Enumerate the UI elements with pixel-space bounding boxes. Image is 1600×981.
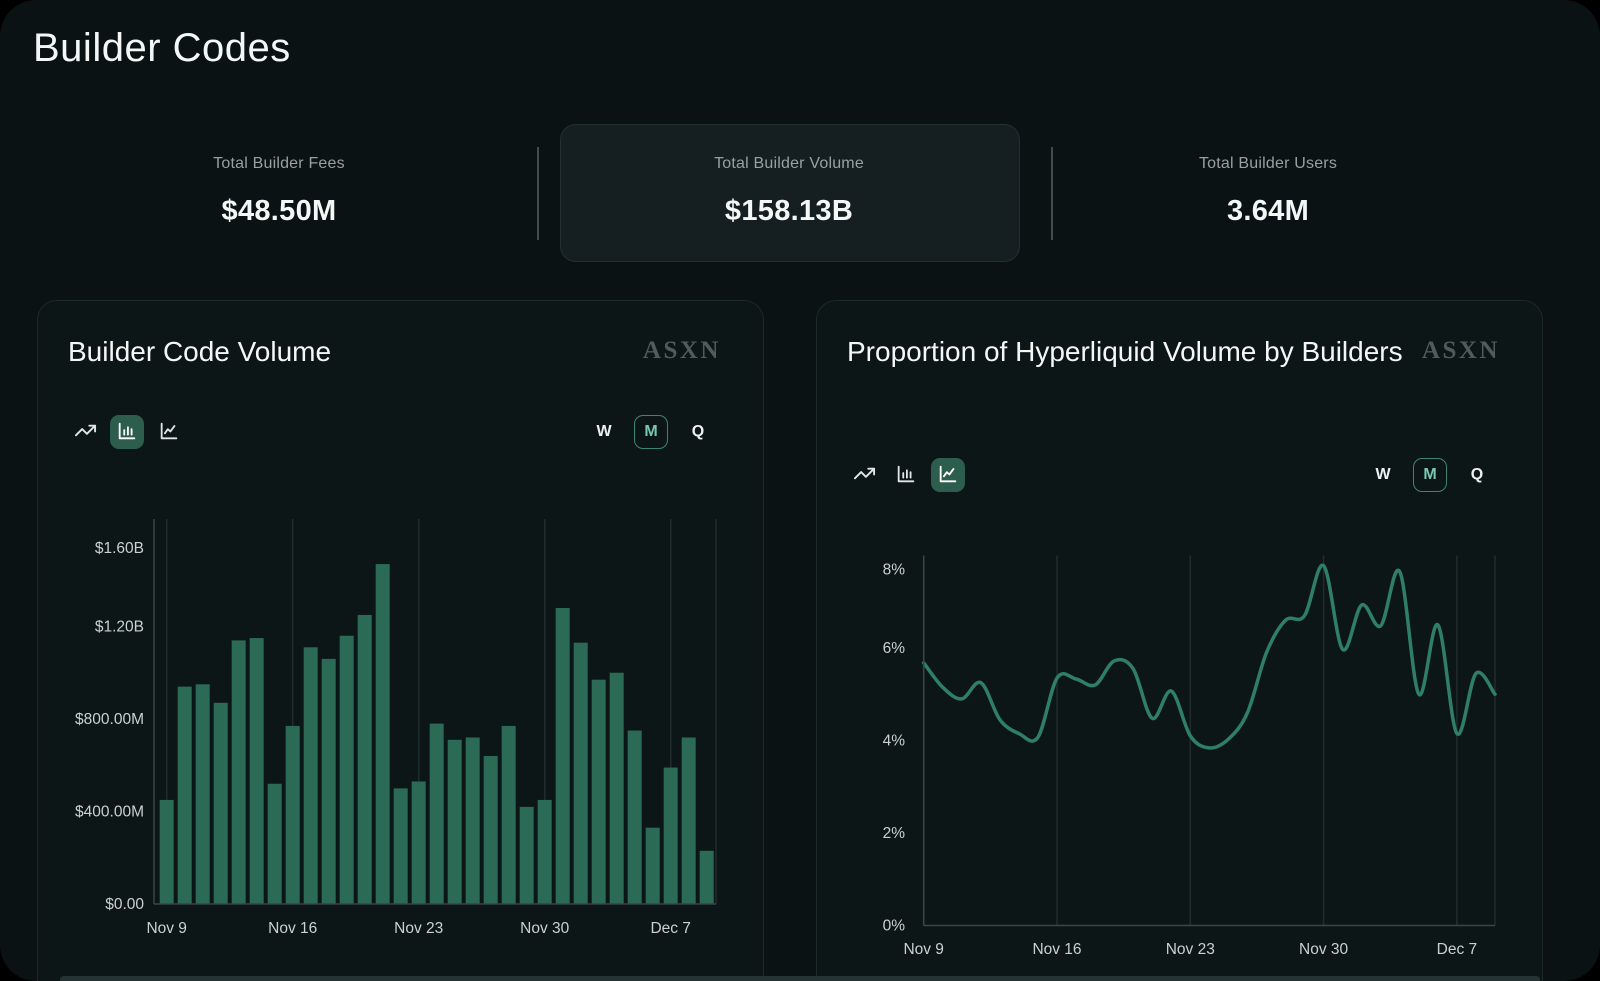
svg-text:$800.00M: $800.00M (75, 711, 144, 728)
stat-divider (537, 147, 539, 240)
period-quarter-button[interactable]: Q (681, 415, 715, 449)
stat-label: Total Builder Fees (213, 155, 345, 173)
svg-text:Nov 16: Nov 16 (1032, 941, 1081, 958)
builder-code-volume-panel: Builder Code Volume ASXN W M Q (37, 300, 764, 981)
asxn-watermark: ASXN (643, 337, 721, 365)
trend-chart-type-button[interactable] (847, 458, 881, 492)
chart-toolbar: W M Q (847, 458, 1512, 492)
stat-total-builder-users[interactable]: Total Builder Users 3.64M (1048, 122, 1488, 260)
svg-text:$1.60B: $1.60B (95, 540, 144, 557)
bar-chart-type-button[interactable] (889, 458, 923, 492)
page-title: Builder Codes (33, 26, 291, 71)
bar-chart-icon (116, 420, 138, 445)
period-week-button[interactable]: W (587, 415, 621, 449)
svg-text:$0.00: $0.00 (105, 896, 144, 913)
bar-chart-type-button[interactable] (110, 415, 144, 449)
svg-text:Nov 16: Nov 16 (268, 920, 317, 937)
svg-text:2%: 2% (883, 825, 906, 842)
builder-code-volume-chart: $0.00 $400.00M $800.00M $1.20B $1.60B Nov 9 No… (38, 301, 765, 981)
builder-codes-page: Builder Codes Total Builder Fees $48.50M… (0, 0, 1600, 981)
stat-label: Total Builder Volume (714, 155, 864, 173)
svg-text:4%: 4% (883, 733, 906, 750)
proportion-volume-chart: 0% 2% 4% 6% 8% Nov 9 Nov 16 Nov 23 Nov 30 Dec 7 (817, 301, 1544, 981)
trending-up-icon (74, 419, 97, 445)
trending-up-icon (853, 462, 876, 488)
svg-text:Dec 7: Dec 7 (650, 920, 691, 937)
svg-text:Nov 23: Nov 23 (394, 920, 443, 937)
svg-text:Nov 23: Nov 23 (1166, 941, 1215, 958)
svg-text:6%: 6% (883, 640, 906, 657)
period-toggle-group: W M Q (587, 415, 715, 449)
next-section-peek (60, 976, 1540, 981)
stat-value: $158.13B (725, 195, 853, 228)
panel-title: Builder Code Volume (68, 331, 331, 373)
period-week-button[interactable]: W (1366, 458, 1400, 492)
line-chart-icon (937, 463, 959, 488)
svg-text:Nov 9: Nov 9 (903, 941, 944, 958)
proportion-volume-panel: Proportion of Hyperliquid Volume by Buil… (816, 300, 1543, 981)
period-quarter-button[interactable]: Q (1460, 458, 1494, 492)
bar-chart-icon (895, 463, 917, 488)
period-toggle-group: W M Q (1366, 458, 1494, 492)
stat-value: 3.64M (1227, 195, 1309, 228)
svg-text:Nov 30: Nov 30 (1299, 941, 1348, 958)
svg-text:$400.00M: $400.00M (75, 804, 144, 821)
line-chart-type-button[interactable] (152, 415, 186, 449)
stat-total-builder-volume[interactable]: Total Builder Volume $158.13B (560, 122, 1018, 260)
chart-toolbar: W M Q (68, 415, 733, 449)
svg-text:0%: 0% (883, 918, 906, 935)
svg-text:8%: 8% (883, 562, 906, 579)
svg-text:Nov 30: Nov 30 (520, 920, 569, 937)
svg-text:$1.20B: $1.20B (95, 619, 144, 636)
line-chart-type-button[interactable] (931, 458, 965, 492)
svg-text:Dec 7: Dec 7 (1437, 941, 1478, 958)
trend-chart-type-button[interactable] (68, 415, 102, 449)
stat-total-builder-fees[interactable]: Total Builder Fees $48.50M (59, 122, 499, 260)
line-chart-icon (158, 420, 180, 445)
stat-label: Total Builder Users (1199, 155, 1337, 173)
stats-row: Total Builder Fees $48.50M Total Builder… (0, 122, 1600, 260)
stat-value: $48.50M (222, 195, 337, 228)
period-month-button[interactable]: M (634, 415, 668, 449)
panel-title: Proportion of Hyperliquid Volume by Buil… (847, 331, 1403, 373)
svg-text:Nov 9: Nov 9 (146, 920, 187, 937)
period-month-button[interactable]: M (1413, 458, 1447, 492)
asxn-watermark: ASXN (1422, 337, 1500, 365)
